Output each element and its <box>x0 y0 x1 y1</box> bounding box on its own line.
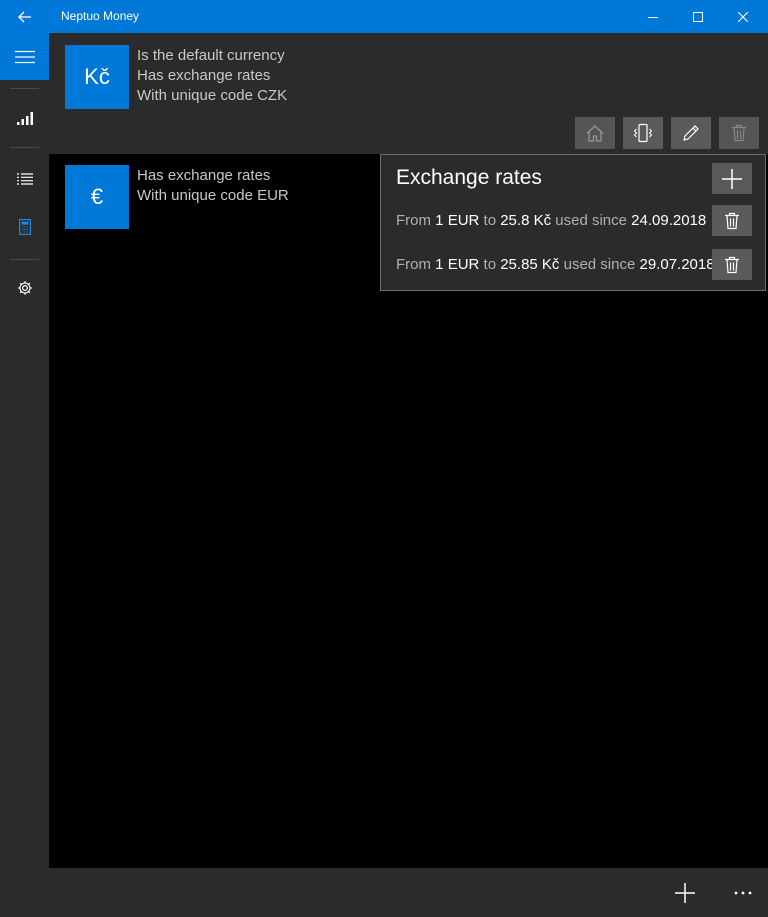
add-icon <box>675 882 695 903</box>
nav-item-overview[interactable] <box>0 98 49 138</box>
rate-text: used since <box>563 256 636 273</box>
maximize-icon <box>693 11 703 22</box>
signal-bars-icon <box>16 111 33 125</box>
exchange-rate-row: From 1 EUR to 25.8 Kč used since 24.09.2… <box>396 212 706 229</box>
currency-info-line: Has exchange rates <box>137 67 271 84</box>
rate-source-currency: EUR <box>447 212 480 229</box>
currency-info-line: With unique code EUR <box>137 187 289 204</box>
exchange-rates-flyout: Exchange rates From 1 EUR to 25.8 Kč use… <box>380 154 766 291</box>
nav-divider <box>10 147 39 148</box>
command-bar <box>49 868 768 917</box>
hamburger-icon <box>14 50 35 63</box>
currency-info-line: Has exchange rates <box>137 167 271 184</box>
pencil-icon <box>683 125 699 141</box>
list-icon <box>16 173 33 185</box>
currency-info-line: Is the default currency <box>137 47 285 64</box>
trash-icon <box>725 256 739 273</box>
back-arrow-icon <box>17 11 31 22</box>
edit-button[interactable] <box>671 117 711 149</box>
nav-item-settings[interactable] <box>0 268 49 308</box>
maximize-button[interactable] <box>675 0 721 33</box>
calculator-icon <box>18 219 31 235</box>
delete-rate-button[interactable] <box>712 249 752 280</box>
nav-divider <box>10 88 39 89</box>
more-icon <box>734 891 752 894</box>
currency-item-eur[interactable]: € Has exchange rates With unique code EU… <box>49 154 380 234</box>
currency-info-line: With unique code CZK <box>137 87 288 104</box>
rate-amount: 1 <box>435 212 444 229</box>
more-button[interactable] <box>719 868 767 917</box>
rate-date: 24.09.2018 <box>631 212 707 229</box>
rate-amount: 1 <box>435 256 444 273</box>
currency-symbol-tile: € <box>65 165 129 229</box>
minimize-icon <box>648 16 658 18</box>
rate-text: From <box>396 256 431 273</box>
flyout-title: Exchange rates <box>396 166 542 189</box>
trash-icon <box>732 124 746 142</box>
nav-divider <box>10 259 39 260</box>
exchange-rate-row: From 1 EUR to 25.85 Kč used since 29.07.… <box>396 256 715 273</box>
currency-item-czk[interactable]: Kč Is the default currency Has exchange … <box>49 33 768 154</box>
add-icon <box>722 168 742 189</box>
delete-rate-button[interactable] <box>712 205 752 236</box>
nav-item-currencies[interactable] <box>0 207 49 247</box>
rate-source-currency: EUR <box>447 256 480 273</box>
exchange-rates-button[interactable] <box>623 117 663 149</box>
close-icon <box>738 11 748 22</box>
back-button[interactable] <box>0 0 49 33</box>
rate-value: 25.8 Kč <box>500 212 552 229</box>
hamburger-button[interactable] <box>0 33 49 80</box>
currency-symbol-tile: Kč <box>65 45 129 109</box>
title-bar: Neptuo Money <box>0 0 768 33</box>
minimize-button[interactable] <box>630 0 676 33</box>
set-default-button[interactable] <box>575 117 615 149</box>
rate-date: 29.07.2018 <box>639 256 715 273</box>
rate-text: to <box>483 212 497 229</box>
add-exchange-rate-button[interactable] <box>712 163 752 194</box>
gear-icon <box>17 281 32 295</box>
close-button[interactable] <box>720 0 766 33</box>
delete-button[interactable] <box>719 117 759 149</box>
home-icon <box>586 124 604 142</box>
navigation-pane <box>0 33 49 917</box>
add-currency-button[interactable] <box>661 868 709 917</box>
phone-vibrate-icon <box>633 123 653 143</box>
trash-icon <box>725 212 739 229</box>
nav-item-list[interactable] <box>0 159 49 199</box>
rate-text: From <box>396 212 431 229</box>
rate-text: used since <box>555 212 627 229</box>
rate-value: 25.85 Kč <box>500 256 560 273</box>
rate-text: to <box>483 256 497 273</box>
window-title: Neptuo Money <box>61 9 140 23</box>
